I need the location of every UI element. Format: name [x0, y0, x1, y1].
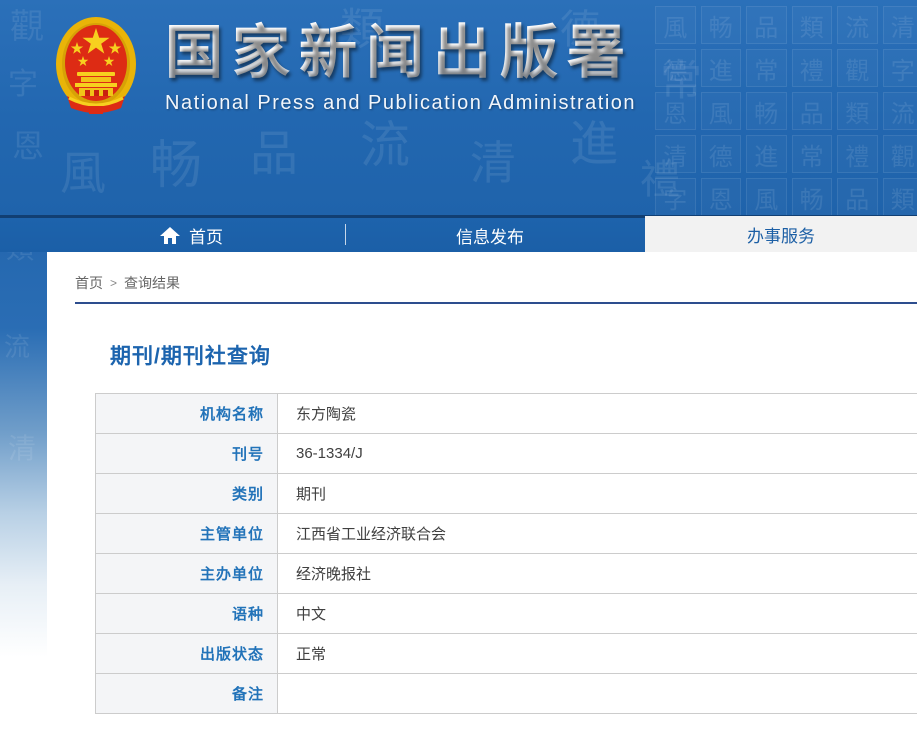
row-label: 语种 [96, 594, 278, 633]
nav-item-label: 信息发布 [456, 227, 524, 247]
site-subtitle: National Press and Publication Administr… [165, 92, 637, 114]
main-nav: 首页 信息发布 办事服务 [0, 215, 917, 252]
watermark-glyph: 禮 [640, 157, 680, 203]
watermark-glyph: 恩 [12, 127, 45, 165]
watermark-glyph: 風 [60, 146, 106, 200]
row-label: 备注 [96, 674, 278, 713]
nav-item-label: 办事服务 [747, 226, 815, 246]
query-table: 机构名称 东方陶瓷 刊号 36-1334/J 类别 期刊 主管单位 江西省工业经济联合会 主办单… [95, 393, 917, 714]
seal-cell: 德 [655, 49, 696, 87]
seal-cell: 恩 [655, 92, 696, 130]
row-label: 类别 [96, 474, 278, 513]
seal-cell: 禮 [791, 49, 832, 87]
seal-cell: 流 [882, 92, 917, 130]
breadcrumb-current: 查询结果 [124, 275, 181, 291]
watermark-glyph: 流 [4, 333, 31, 363]
seal-cell: 恩 [700, 178, 741, 215]
row-value: 东方陶瓷 [278, 394, 917, 433]
content-panel: 首页 > 查询结果 期刊/期刊社查询 机构名称 东方陶瓷 刊号 36-1334/J 类别… [47, 252, 917, 729]
seal-cell: 常 [791, 135, 832, 173]
row-value: 中文 [278, 594, 917, 633]
seal-cell: 禮 [837, 135, 878, 173]
table-row: 语种 中文 [96, 594, 917, 634]
table-row: 出版状态 正常 [96, 634, 917, 674]
table-row: 主办单位 经济晚报社 [96, 554, 917, 594]
seal-cell: 風 [655, 6, 696, 44]
breadcrumb: 首页 > 查询结果 [75, 273, 180, 293]
row-value [278, 674, 917, 713]
home-icon [160, 226, 180, 244]
site-banner: 觀字恩風畅品類流清德進常禮 風畅品類流清德進常禮觀字恩風畅品類流清德進常禮觀字恩… [0, 0, 917, 215]
seal-cell: 畅 [791, 178, 832, 215]
seal-cell: 風 [746, 178, 787, 215]
seal-cell: 字 [655, 178, 696, 215]
row-label: 机构名称 [96, 394, 278, 433]
watermark-glyph: 常 [660, 56, 703, 105]
seal-cell: 品 [746, 6, 787, 44]
seal-cell: 進 [746, 135, 787, 173]
seal-cell: 類 [882, 178, 917, 215]
seal-cell: 風 [700, 92, 741, 130]
row-value: 正常 [278, 634, 917, 673]
seal-cell: 品 [837, 178, 878, 215]
row-label: 出版状态 [96, 634, 278, 673]
seal-cell: 類 [791, 6, 832, 44]
row-label: 主管单位 [96, 514, 278, 553]
table-row: 机构名称 东方陶瓷 [96, 394, 917, 434]
row-label: 主办单位 [96, 554, 278, 593]
seal-cell: 觀 [837, 49, 878, 87]
watermark-glyph: 字 [8, 67, 38, 102]
page-title: 期刊/期刊社查询 [110, 345, 271, 368]
seal-watermark: 風畅品類流清德進常禮觀字恩風畅品類流清德進常禮觀字恩風畅品類 [655, 6, 917, 215]
breadcrumb-separator: > [110, 276, 118, 290]
nav-divider [345, 224, 346, 245]
row-value: 经济晚报社 [278, 554, 917, 593]
watermark-glyph: 流 [360, 116, 410, 174]
row-value: 期刊 [278, 474, 917, 513]
table-row: 备注 [96, 674, 917, 714]
breadcrumb-rule [75, 302, 917, 304]
nav-item-label: 首页 [189, 227, 223, 247]
row-value: 江西省工业经济联合会 [278, 514, 917, 553]
watermark-glyph: 畅 [150, 136, 203, 196]
watermark-glyph: 品 [250, 126, 299, 182]
table-row: 类别 期刊 [96, 474, 917, 514]
seal-cell: 字 [882, 49, 917, 87]
breadcrumb-home-link[interactable]: 首页 [75, 273, 103, 293]
seal-cell: 品 [791, 92, 832, 130]
row-label: 刊号 [96, 434, 278, 473]
row-value: 36-1334/J [278, 434, 917, 473]
seal-cell: 清 [882, 6, 917, 44]
nav-item-info-release[interactable]: 信息发布 [456, 218, 524, 252]
watermark-glyph: 進 [570, 116, 619, 172]
site-title: 国家新闻出版署 [165, 18, 636, 88]
seal-cell: 清 [655, 135, 696, 173]
watermark-glyph: 清 [8, 432, 37, 465]
seal-cell: 常 [746, 49, 787, 87]
watermark-glyph: 清 [470, 136, 516, 190]
seal-cell: 類 [837, 92, 878, 130]
seal-cell: 德 [700, 135, 741, 173]
nav-item-home[interactable]: 首页 [160, 218, 223, 252]
nav-item-services-active-tab[interactable]: 办事服务 [645, 216, 917, 252]
seal-cell: 畅 [700, 6, 741, 44]
side-gradient-strip: 類流清 [0, 215, 47, 729]
watermark-glyph: 觀 [10, 7, 44, 47]
seal-cell: 畅 [746, 92, 787, 130]
seal-cell: 進 [700, 49, 741, 87]
table-row: 刊号 36-1334/J [96, 434, 917, 474]
table-row: 主管单位 江西省工业经济联合会 [96, 514, 917, 554]
seal-cell: 流 [837, 6, 878, 44]
national-emblem-icon [56, 17, 136, 114]
seal-cell: 觀 [882, 135, 917, 173]
